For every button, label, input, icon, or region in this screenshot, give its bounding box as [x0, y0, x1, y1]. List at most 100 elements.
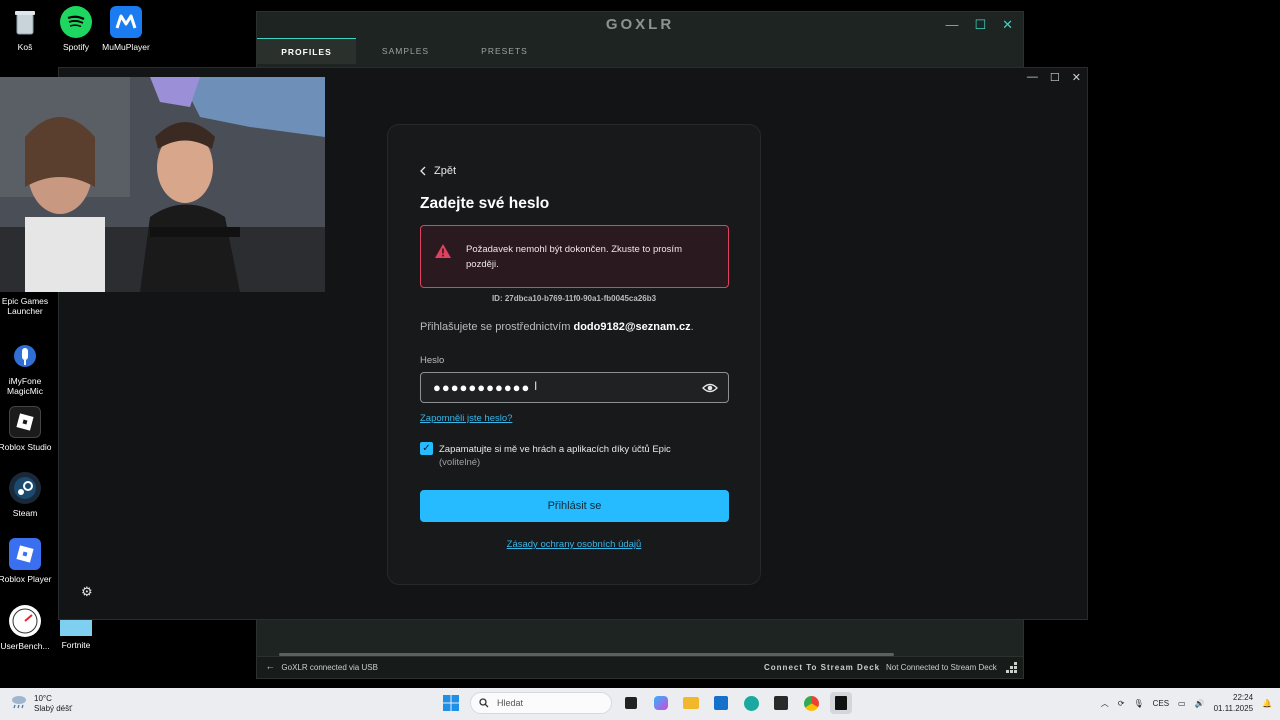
desktop-icon-roblox-studio[interactable]: Roblox Studio [0, 406, 53, 452]
notifications-icon[interactable]: 🔔 [1262, 699, 1272, 708]
desktop-icon-epic-games[interactable]: Epic Games Launcher [0, 296, 53, 316]
remember-me-text: Zapamatujte si mě ve hrách a aplikacích … [439, 443, 709, 469]
connect-stream-deck-button[interactable]: Connect To Stream Deck [764, 663, 880, 672]
magicmic-icon [9, 340, 41, 372]
close-icon[interactable]: ✕ [1002, 17, 1013, 33]
webcam-image [0, 77, 325, 292]
volume-icon[interactable]: 🔊 [1195, 699, 1205, 708]
start-windows-icon[interactable] [440, 692, 462, 714]
taskbar-search[interactable]: Hledat [470, 692, 612, 714]
chevron-up-icon[interactable]: ︿ [1101, 698, 1109, 709]
settings-gear-icon[interactable]: ⚙ [81, 584, 93, 600]
desktop-icon-label: Epic Games Launcher [1, 296, 49, 316]
stream-deck-grid-icon[interactable] [1005, 661, 1019, 675]
rain-cloud-icon [12, 696, 26, 709]
microphone-icon[interactable]: 🎙 [1133, 699, 1143, 708]
spotify-icon [60, 6, 92, 38]
desktop-icon-label: iMyFone MagicMic [7, 376, 43, 396]
signin-info: Přihlašujete se prostřednictvím dodo9182… [420, 321, 694, 333]
desktop-icon-roblox-player[interactable]: Roblox Player [0, 538, 53, 584]
goxlr-window-controls: — ☐ ✕ [945, 17, 1013, 33]
usb-icon: ⭠ [267, 662, 274, 672]
remember-me-checkbox[interactable]: ✓ [420, 442, 433, 455]
maximize-icon[interactable]: ☐ [974, 17, 986, 33]
minimize-icon[interactable]: — [1027, 71, 1038, 84]
forgot-password-link[interactable]: Zapomněli jste heslo? [420, 413, 512, 424]
maximize-icon[interactable]: ☐ [1050, 71, 1060, 84]
chevron-left-icon [420, 166, 426, 176]
password-field[interactable]: ●●●●●●●●●●● I [420, 372, 729, 403]
edge-icon[interactable] [740, 692, 762, 714]
desktop-icon-steam[interactable]: Steam [0, 472, 53, 518]
desktop-icon-label: Roblox Player [0, 574, 52, 584]
clock-date: 01.11.2025 [1213, 704, 1254, 713]
system-tray: ︿ ⟳ 🎙 CES ▭ 🔊 22:24 01.11.2025 🔔 [1101, 692, 1272, 714]
outlook-icon[interactable] [710, 692, 732, 714]
desktop-icon-label: Steam [12, 508, 38, 518]
weather-widget[interactable]: 10°C Slabý déšť [10, 694, 72, 714]
login-card: Zpět Zadejte své heslo Požadavek nemohl … [387, 124, 761, 585]
task-view-icon[interactable] [620, 692, 642, 714]
desktop-icon-mumuplayer[interactable]: MuMuPlayer [98, 6, 154, 52]
usb-status: GoXLR connected via USB [281, 663, 378, 672]
weather-temperature: 10°C [34, 694, 52, 703]
language-indicator[interactable]: CES [1153, 699, 1169, 708]
text-cursor-icon: I [534, 379, 539, 393]
mumuplayer-icon [110, 6, 142, 38]
desktop-icon-magicmic[interactable]: iMyFone MagicMic [0, 340, 53, 396]
clock[interactable]: 22:24 01.11.2025 [1214, 692, 1253, 714]
userbenchmark-icon [9, 605, 41, 637]
remember-me-optional: (volitelné) [439, 457, 481, 468]
desktop-icon-label: Spotify [63, 42, 89, 52]
desktop-icon-label: UserBench... [0, 641, 50, 651]
password-value: ●●●●●●●●●●● [433, 380, 531, 395]
desktop-icon-label: MuMuPlayer [102, 42, 150, 52]
minimize-icon[interactable]: — [945, 17, 958, 33]
desktop-icon-label: Koš [17, 42, 33, 52]
desktop-icon-label: Roblox Studio [0, 442, 52, 452]
roblox-player-icon [9, 538, 41, 570]
page-title: Zadejte své heslo [420, 195, 550, 212]
password-label: Heslo [420, 355, 445, 366]
goxlr-tabs: PROFILES SAMPLES PRESETS [257, 38, 554, 64]
error-alert: Požadavek nemohl být dokončen. Zkuste to… [420, 225, 729, 288]
weather-description: Slabý déšť [34, 704, 73, 713]
sync-icon[interactable]: ⟳ [1118, 699, 1125, 708]
goxlr-status-bar: ⭠ GoXLR connected via USB Connect To Str… [257, 656, 1023, 678]
desktop-icon-recycle-bin[interactable]: Koš [0, 6, 53, 52]
tab-samples[interactable]: SAMPLES [356, 38, 455, 64]
desktop-icon-fortnite[interactable]: Fortnite [48, 618, 104, 650]
show-password-eye-icon[interactable] [702, 381, 718, 395]
login-button[interactable]: Přihlásit se [420, 490, 729, 522]
close-icon[interactable]: ✕ [1072, 71, 1081, 84]
taskbar: 10°C Slabý déšť Hledat ︿ ⟳ 🎙 CES ▭ 🔊 22:… [0, 688, 1280, 720]
error-message: Požadavek nemohl být dokončen. Zkuste to… [466, 244, 682, 270]
search-placeholder: Hledat [497, 698, 524, 708]
back-link[interactable]: Zpět [420, 165, 456, 177]
privacy-policy-link[interactable]: Zásady ochrany osobních údajů [388, 539, 760, 550]
desktop-icon-userbenchmark[interactable]: UserBench... [0, 605, 53, 651]
epic-games-taskbar-icon[interactable] [830, 692, 852, 714]
fortnite-icon [60, 618, 92, 636]
signin-prefix: Přihlašujete se prostřednictvím [420, 321, 571, 333]
remember-me-label: Zapamatujte si mě ve hrách a aplikacích … [439, 444, 671, 455]
terminal-icon[interactable] [770, 692, 792, 714]
roblox-studio-icon [9, 406, 41, 438]
chrome-icon[interactable] [800, 692, 822, 714]
error-id: ID: 27dbca10-b769-11f0-90a1-fb0045ca26b3 [491, 294, 657, 303]
goxlr-title: GOXLR [605, 16, 675, 33]
taskbar-apps: Hledat [440, 692, 852, 714]
warning-icon [435, 244, 451, 258]
copilot-icon[interactable] [650, 692, 672, 714]
file-explorer-icon[interactable] [680, 692, 702, 714]
epic-window-controls: — ☐ ✕ [1027, 71, 1081, 84]
steam-icon [9, 472, 41, 504]
clock-time: 22:24 [1233, 693, 1254, 702]
desktop-icon-spotify[interactable]: Spotify [48, 6, 104, 52]
network-icon[interactable]: ▭ [1178, 699, 1186, 708]
webcam-overlay [0, 77, 325, 292]
tab-presets[interactable]: PRESETS [455, 38, 554, 64]
desktop-icon-label: Fortnite [61, 640, 91, 650]
stream-deck-status: Not Connected to Stream Deck [886, 663, 997, 672]
tab-profiles[interactable]: PROFILES [257, 38, 356, 64]
